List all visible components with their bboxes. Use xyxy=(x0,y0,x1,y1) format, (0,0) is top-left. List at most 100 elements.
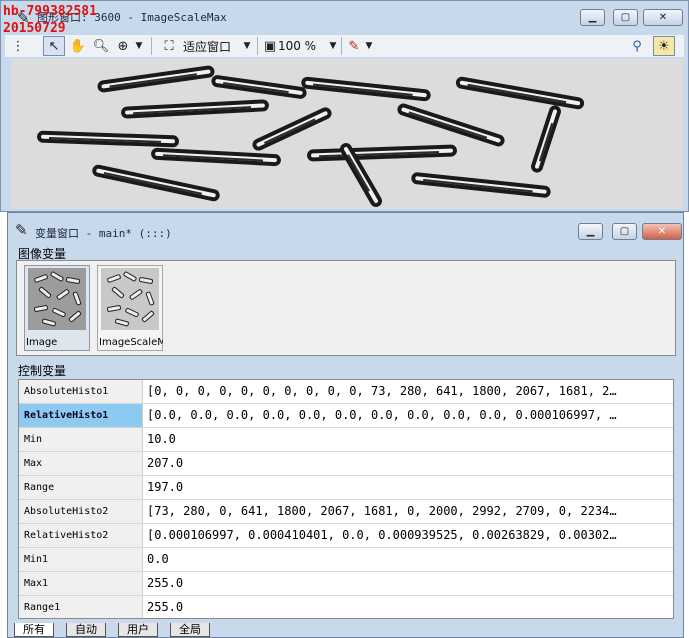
chevron-down-icon: ▼ xyxy=(329,41,337,51)
variable-row[interactable]: Min1 0.0 xyxy=(19,548,673,572)
paper-clip xyxy=(210,74,308,100)
variable-row-selected[interactable]: RelativeHisto1 [0.0, 0.0, 0.0, 0.0, 0.0,… xyxy=(19,404,673,428)
clip-mark xyxy=(124,307,140,318)
pointer-tool-button[interactable]: ↖ xyxy=(43,36,65,56)
paper-clip xyxy=(454,75,586,111)
variable-name: Min1 xyxy=(19,548,143,571)
chevron-down-icon: ▼ xyxy=(365,41,373,51)
paper-clip xyxy=(91,163,221,203)
pan-tool-button[interactable]: ✋ xyxy=(67,36,89,56)
clip-mark xyxy=(128,288,144,301)
graphics-title-bar[interactable]: ✎ 图形窗口: 3600 - ImageScaleMax ▁ ▢ ✕ xyxy=(1,1,688,31)
variable-row[interactable]: RelativeHisto2 [0.000106997, 0.000410401… xyxy=(19,524,673,548)
variable-window-title: 变量窗口 - main* (:::) xyxy=(35,227,172,240)
highlight-button[interactable]: ☀ xyxy=(653,36,675,56)
minimize-icon: ▁ xyxy=(586,226,595,237)
variable-name: AbsoluteHisto1 xyxy=(19,380,143,403)
clip-mark xyxy=(114,318,130,327)
tab-all[interactable]: 所有 xyxy=(14,623,54,637)
zoom-percent-button[interactable]: ▣ xyxy=(261,36,279,56)
variable-row[interactable]: Min 10.0 xyxy=(19,428,673,452)
close-button[interactable]: ✕ xyxy=(643,9,683,26)
variable-window: ✎ 变量窗口 - main* (:::) ▁ ▢ ✕ 图像变量 Image Im… xyxy=(7,212,684,638)
variable-row[interactable]: Range 197.0 xyxy=(19,476,673,500)
clip-mark xyxy=(68,310,82,323)
paper-clip xyxy=(529,103,563,175)
variable-value: [73, 280, 0, 641, 1800, 2067, 1681, 0, 2… xyxy=(147,504,617,518)
tab-global[interactable]: 全局 xyxy=(170,623,210,637)
graphics-toolbar: ⋮ ↖ ✋ 🔍︎ ⊕ ▼ ⛶ 适应窗口 ▼ ▣ 100 % ▼ ✎ ▼ ⚲ ☀ xyxy=(5,35,684,57)
variable-name: Max1 xyxy=(19,572,143,595)
image-canvas[interactable] xyxy=(11,59,683,209)
maximize-button[interactable]: ▢ xyxy=(613,9,638,26)
pixel-info-button[interactable]: ⚲ xyxy=(627,36,647,56)
zoom-in-icon: ⊕ xyxy=(117,38,129,54)
zoom-level-label[interactable]: 100 % xyxy=(278,36,316,56)
variable-row[interactable]: AbsoluteHisto2 [73, 280, 0, 641, 1800, 2… xyxy=(19,500,673,524)
chevron-down-icon: ▼ xyxy=(243,41,251,51)
chevron-down-icon: ▼ xyxy=(135,41,143,51)
watermark-id: hb-799382581 xyxy=(3,4,97,19)
minimize-button[interactable]: ▁ xyxy=(578,223,603,240)
fit-window-button[interactable]: ⛶ xyxy=(159,36,179,56)
pointer-icon: ↖ xyxy=(48,38,60,54)
pixel-info-icon: ⚲ xyxy=(632,38,642,54)
paper-clip xyxy=(410,171,552,199)
maximize-button[interactable]: ▢ xyxy=(612,223,637,240)
paint-icon: ✎ xyxy=(348,38,360,54)
variable-row[interactable]: AbsoluteHisto1 [0, 0, 0, 0, 0, 0, 0, 0, … xyxy=(19,380,673,404)
variable-row[interactable]: Max 207.0 xyxy=(19,452,673,476)
clip-mark xyxy=(55,288,71,301)
image-preview xyxy=(28,268,86,330)
zoom-tool-button[interactable]: ⊕ xyxy=(113,36,133,56)
halcon-app-icon: ✎ xyxy=(15,221,28,239)
image-thumbnail-imagescalemax[interactable]: ImageScaleMax xyxy=(97,265,163,351)
close-icon: ✕ xyxy=(657,226,667,237)
variable-row[interactable]: Max1 255.0 xyxy=(19,572,673,596)
maximize-icon: ▢ xyxy=(620,12,631,23)
control-variables-table: AbsoluteHisto1 [0, 0, 0, 0, 0, 0, 0, 0, … xyxy=(18,379,674,619)
watermark-date: 20150729 xyxy=(3,21,66,36)
tab-auto[interactable]: 自动 xyxy=(66,623,106,637)
fit-window-label[interactable]: 适应窗口 xyxy=(181,36,233,56)
clip-mark xyxy=(33,273,49,284)
image-thumbnail-image[interactable]: Image xyxy=(24,265,90,351)
toolbar-grip-button[interactable]: ⋮ xyxy=(9,36,27,56)
draw-color-button[interactable]: ✎ xyxy=(345,36,363,56)
fit-window-icon: ⛶ xyxy=(164,38,174,54)
magnifier-tool-button[interactable]: 🔍︎ xyxy=(91,36,111,56)
zoom-dropdown-button[interactable]: ▼ xyxy=(133,36,145,56)
close-icon: ✕ xyxy=(658,12,668,23)
clip-mark xyxy=(106,304,122,313)
paper-clip xyxy=(150,147,282,167)
minimize-button[interactable]: ▁ xyxy=(580,9,605,26)
clip-mark xyxy=(65,276,81,285)
variable-value: 10.0 xyxy=(147,432,176,446)
variable-title-bar[interactable]: ✎ 变量窗口 - main* (:::) ▁ ▢ ✕ xyxy=(8,213,683,243)
display-icon: ▣ xyxy=(263,38,277,54)
zoom-level-dropdown[interactable]: ▼ xyxy=(327,36,339,56)
clip-mark xyxy=(138,276,154,285)
clip-mark xyxy=(38,286,52,299)
variable-value: 0.0 xyxy=(147,552,169,566)
variable-value: [0.000106997, 0.000410401, 0.0, 0.000939… xyxy=(147,528,617,542)
draw-dropdown-button[interactable]: ▼ xyxy=(363,36,375,56)
graphics-window: ✎ 图形窗口: 3600 - ImageScaleMax ▁ ▢ ✕ ⋮ ↖ ✋… xyxy=(0,0,689,212)
variable-row[interactable]: Range1 255.0 xyxy=(19,596,673,618)
toolbar-separator xyxy=(341,37,342,55)
variable-value: 197.0 xyxy=(147,480,184,494)
paper-clip xyxy=(300,76,432,102)
variable-name: Max xyxy=(19,452,143,475)
magnifier-icon: 🔍︎ xyxy=(92,38,110,54)
variable-value: 255.0 xyxy=(147,576,184,590)
tab-user[interactable]: 用户 xyxy=(118,623,158,637)
control-variables-label: 控制变量 xyxy=(18,364,67,378)
variable-name: AbsoluteHisto2 xyxy=(19,500,143,523)
paper-clip xyxy=(250,105,334,153)
fit-dropdown-button[interactable]: ▼ xyxy=(241,36,253,56)
hand-icon: ✋ xyxy=(69,38,87,54)
toolbar-separator xyxy=(151,37,152,55)
close-button[interactable]: ✕ xyxy=(642,223,682,240)
clip-mark xyxy=(106,273,122,284)
clip-mark xyxy=(122,270,138,283)
